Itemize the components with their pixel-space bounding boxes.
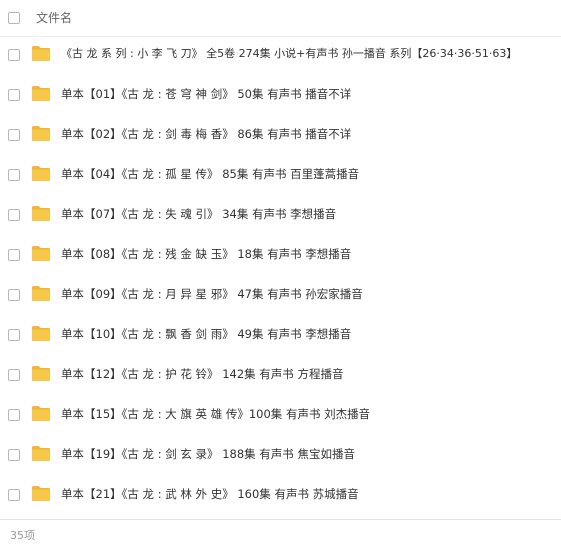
row-checkbox[interactable] [8, 289, 20, 301]
folder-icon [31, 325, 51, 342]
folder-icon [31, 245, 51, 262]
file-row[interactable]: 单本【08】《古 龙 : 残 金 缺 玉》 18集 有声书 李想播音 [0, 236, 561, 276]
folder-icon [31, 365, 51, 382]
file-row[interactable]: 单本【04】《古 龙 : 孤 星 传》 85集 有声书 百里蓬蒿播音 [0, 156, 561, 196]
folder-icon [31, 285, 51, 302]
folder-icon [31, 445, 51, 462]
row-checkbox[interactable] [8, 209, 20, 221]
row-checkbox[interactable] [8, 409, 20, 421]
row-checkbox[interactable] [8, 489, 20, 501]
file-name[interactable]: 单本【21】《古 龙 : 武 林 外 史》 160集 有声书 苏城播音 [61, 486, 359, 502]
folder-icon [31, 205, 51, 222]
file-name[interactable]: 单本【07】《古 龙 : 失 魂 引》 34集 有声书 李想播音 [61, 206, 336, 222]
file-row[interactable]: 单本【21】《古 龙 : 武 林 外 史》 160集 有声书 苏城播音 [0, 476, 561, 516]
file-list-header: 文件名 [0, 0, 561, 37]
file-name[interactable]: 单本【01】《古 龙 : 苍 穹 神 剑》 50集 有声书 播音不详 [61, 86, 351, 102]
file-name[interactable]: 单本【12】《古 龙 : 护 花 铃》 142集 有声书 方程播音 [61, 366, 343, 382]
file-name[interactable]: 单本【15】《古 龙 : 大 旗 英 雄 传》100集 有声书 刘杰播音 [61, 406, 370, 422]
file-row[interactable]: 单本【12】《古 龙 : 护 花 铃》 142集 有声书 方程播音 [0, 356, 561, 396]
file-list-panel: 文件名 《古 龙 系 列 : 小 李 飞 刀》 全5卷 274集 小说+有声书 … [0, 0, 561, 545]
row-checkbox[interactable] [8, 329, 20, 341]
file-row[interactable]: 单本【07】《古 龙 : 失 魂 引》 34集 有声书 李想播音 [0, 196, 561, 236]
file-name[interactable]: 单本【10】《古 龙 : 飘 香 剑 雨》 49集 有声书 李想播音 [61, 326, 351, 342]
row-checkbox[interactable] [8, 49, 20, 61]
file-name[interactable]: 单本【19】《古 龙 : 剑 玄 录》 188集 有声书 焦宝如播音 [61, 446, 355, 462]
row-checkbox[interactable] [8, 89, 20, 101]
row-checkbox[interactable] [8, 369, 20, 381]
folder-icon [31, 45, 51, 62]
file-row[interactable]: 单本【02】《古 龙 : 剑 毒 梅 香》 86集 有声书 播音不详 [0, 116, 561, 156]
file-row[interactable]: 《古 龙 系 列 : 小 李 飞 刀》 全5卷 274集 小说+有声书 孙一播音… [0, 36, 561, 76]
file-row[interactable]: 单本【01】《古 龙 : 苍 穹 神 剑》 50集 有声书 播音不详 [0, 76, 561, 116]
folder-icon [31, 405, 51, 422]
row-checkbox[interactable] [8, 449, 20, 461]
file-row[interactable]: 单本【19】《古 龙 : 剑 玄 录》 188集 有声书 焦宝如播音 [0, 436, 561, 476]
folder-icon [31, 165, 51, 182]
file-row[interactable]: 单本【15】《古 龙 : 大 旗 英 雄 传》100集 有声书 刘杰播音 [0, 396, 561, 436]
folder-icon [31, 485, 51, 502]
folder-icon [31, 85, 51, 102]
file-name[interactable]: 单本【02】《古 龙 : 剑 毒 梅 香》 86集 有声书 播音不详 [61, 126, 351, 142]
file-name[interactable]: 单本【04】《古 龙 : 孤 星 传》 85集 有声书 百里蓬蒿播音 [61, 166, 359, 182]
filename-column-header[interactable]: 文件名 [36, 9, 72, 27]
file-row[interactable]: 单本【09】《古 龙 : 月 异 星 邪》 47集 有声书 孙宏家播音 [0, 276, 561, 316]
item-count: 35项 [10, 529, 35, 542]
folder-icon [31, 125, 51, 142]
file-name[interactable]: 《古 龙 系 列 : 小 李 飞 刀》 全5卷 274集 小说+有声书 孙一播音… [61, 46, 517, 62]
row-checkbox[interactable] [8, 129, 20, 141]
file-row[interactable]: 单本【10】《古 龙 : 飘 香 剑 雨》 49集 有声书 李想播音 [0, 316, 561, 356]
select-all-checkbox[interactable] [8, 12, 20, 24]
file-name[interactable]: 单本【09】《古 龙 : 月 异 星 邪》 47集 有声书 孙宏家播音 [61, 286, 363, 302]
file-list-footer: 35项 [0, 519, 561, 545]
row-checkbox[interactable] [8, 169, 20, 181]
file-name[interactable]: 单本【08】《古 龙 : 残 金 缺 玉》 18集 有声书 李想播音 [61, 246, 351, 262]
row-checkbox[interactable] [8, 249, 20, 261]
file-list: 《古 龙 系 列 : 小 李 飞 刀》 全5卷 274集 小说+有声书 孙一播音… [0, 36, 561, 516]
